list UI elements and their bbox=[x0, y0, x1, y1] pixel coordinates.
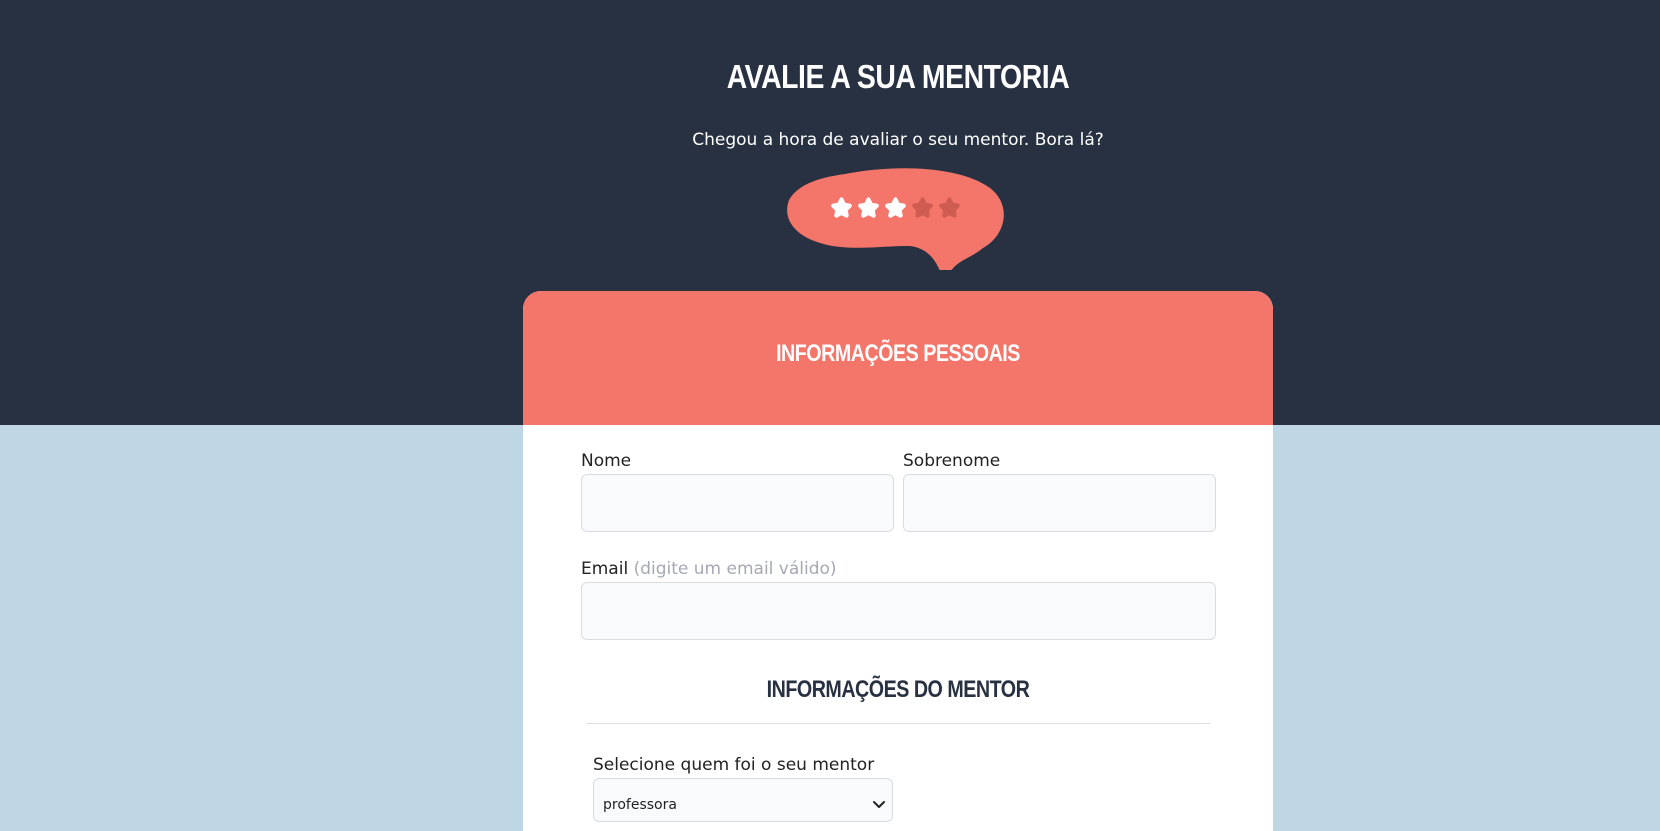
last-name-input[interactable] bbox=[903, 474, 1216, 532]
section-divider bbox=[586, 723, 1210, 724]
rating-stars[interactable] bbox=[829, 195, 962, 220]
chevron-down-icon bbox=[873, 801, 885, 808]
email-label: Email (digite um email válido) bbox=[581, 559, 837, 579]
mentor-select[interactable]: professora bbox=[593, 778, 893, 822]
star-icon[interactable] bbox=[883, 195, 908, 220]
email-input[interactable] bbox=[581, 582, 1216, 640]
star-icon[interactable] bbox=[829, 195, 854, 220]
first-name-label: Nome bbox=[581, 451, 632, 471]
form-card: INFORMAÇÕES PESSOAIS Nome Sobrenome Emai… bbox=[523, 291, 1273, 831]
mentor-select-label: Selecione quem foi o seu mentor bbox=[593, 755, 875, 775]
mentor-select-value: professora bbox=[603, 797, 677, 813]
email-label-text: Email bbox=[581, 559, 629, 579]
card-header: INFORMAÇÕES PESSOAIS bbox=[523, 291, 1273, 425]
page-subtitle: Chegou a hora de avaliar o seu mentor. B… bbox=[692, 130, 1104, 150]
last-name-label: Sobrenome bbox=[903, 451, 1001, 471]
star-icon[interactable] bbox=[937, 195, 962, 220]
email-hint: (digite um email válido) bbox=[633, 559, 837, 579]
first-name-input[interactable] bbox=[581, 474, 894, 532]
personal-info-title: INFORMAÇÕES PESSOAIS bbox=[776, 340, 1020, 367]
mentor-info-title: INFORMAÇÕES DO MENTOR bbox=[766, 676, 1030, 703]
star-icon[interactable] bbox=[856, 195, 881, 220]
page-title: AVALIE A SUA MENTORIA bbox=[726, 58, 1070, 95]
star-icon[interactable] bbox=[910, 195, 935, 220]
